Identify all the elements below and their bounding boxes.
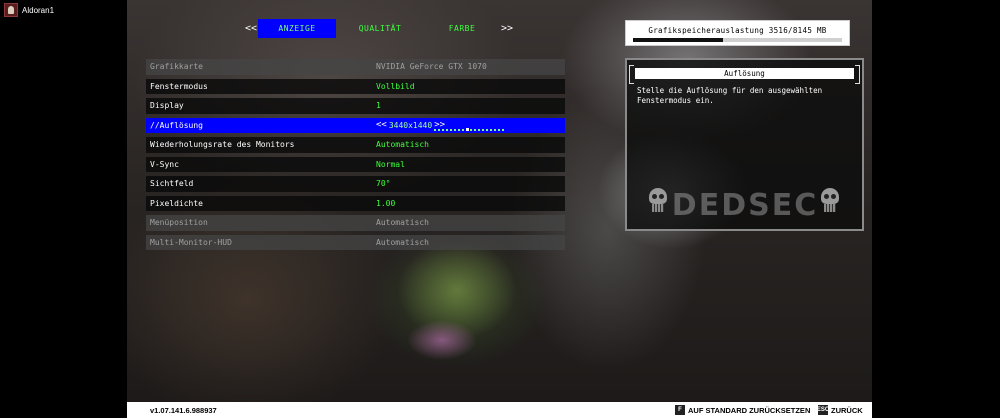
reset-defaults-button[interactable]: F AUF STANDARD ZURÜCKSETZEN bbox=[675, 404, 810, 416]
vram-usage-box: Grafikspeicherauslastung 3516/8145 MB bbox=[625, 20, 850, 46]
setting-name: Wiederholungsrate des Monitors bbox=[150, 140, 295, 150]
setting-name: Display bbox=[150, 101, 184, 111]
setting-value: NVIDIA GeForce GTX 1070 bbox=[376, 62, 487, 72]
setting-row-vsync[interactable]: V-Sync Normal bbox=[146, 156, 565, 172]
setting-row-multi-monitor-hud: Multi-Monitor-HUD Automatisch bbox=[146, 234, 565, 250]
avatar bbox=[4, 3, 18, 17]
setting-row-grafikkarte: Grafikkarte NVIDIA GeForce GTX 1070 bbox=[146, 59, 565, 75]
setting-name: Grafikkarte bbox=[150, 62, 203, 72]
setting-value: 1 bbox=[376, 101, 381, 111]
vram-usage-label: Grafikspeicherauslastung 3516/8145 MB bbox=[648, 26, 827, 35]
reset-defaults-label: AUF STANDARD ZURÜCKSETZEN bbox=[688, 405, 811, 415]
value-slider-marker bbox=[466, 127, 469, 131]
back-label: ZURÜCK bbox=[831, 405, 863, 415]
setting-row-display[interactable]: Display 1 bbox=[146, 98, 565, 114]
setting-row-aufloesung[interactable]: //Auflösung << 3440x1440 >> bbox=[146, 117, 565, 133]
version-label: v1.07.141.6.988937 bbox=[150, 406, 217, 415]
info-panel: Auflösung Stelle die Auflösung für den a… bbox=[625, 58, 864, 231]
setting-name: Sichtfeld bbox=[150, 179, 194, 189]
setting-name: V-Sync bbox=[150, 159, 179, 169]
back-key-icon: ESC bbox=[816, 405, 830, 415]
value-slider-track bbox=[434, 128, 504, 131]
back-button[interactable]: ESC ZURÜCK bbox=[816, 404, 863, 416]
skull-icon bbox=[819, 188, 841, 216]
setting-value: Normal bbox=[376, 159, 405, 169]
dedsec-logo: DEDSEC bbox=[671, 187, 819, 223]
setting-name: //Auflösung bbox=[150, 120, 203, 130]
tab-prev-arrow[interactable]: << bbox=[244, 23, 258, 34]
info-panel-title: Auflösung bbox=[629, 65, 860, 84]
user-name: Aldoran1 bbox=[22, 5, 55, 15]
setting-name: Menüposition bbox=[150, 218, 208, 228]
setting-name: Fenstermodus bbox=[150, 81, 208, 91]
setting-row-sichtfeld[interactable]: Sichtfeld 70° bbox=[146, 176, 565, 192]
value-prev-arrow[interactable]: << bbox=[376, 120, 387, 130]
setting-value: 3440x1440 bbox=[388, 120, 433, 130]
tab-next-arrow[interactable]: >> bbox=[500, 23, 514, 34]
setting-name: Multi-Monitor-HUD bbox=[150, 237, 232, 247]
setting-value: Automatisch bbox=[376, 140, 429, 150]
setting-value: Automatisch bbox=[376, 237, 429, 247]
setting-row-menueposition: Menüposition Automatisch bbox=[146, 215, 565, 231]
tab-anzeige[interactable]: ANZEIGE bbox=[258, 19, 336, 38]
user-badge: Aldoran1 bbox=[4, 2, 54, 18]
setting-value: Vollbild bbox=[376, 81, 415, 91]
skull-icon bbox=[647, 188, 669, 216]
settings-tabs: << ANZEIGE QUALITÄT FARBE >> bbox=[244, 19, 514, 38]
info-panel-description: Stelle die Auflösung für den ausgewählte… bbox=[637, 86, 823, 105]
tab-qualitaet[interactable]: QUALITÄT bbox=[336, 19, 424, 38]
footer-bar: v1.07.141.6.988937 F AUF STANDARD ZURÜCK… bbox=[127, 402, 872, 418]
setting-value: Automatisch bbox=[376, 218, 429, 228]
scene-connector bbox=[407, 320, 477, 360]
setting-value: 70° bbox=[376, 179, 391, 189]
setting-name: Pixeldichte bbox=[150, 198, 203, 208]
vram-usage-fill bbox=[633, 38, 724, 42]
reset-key-icon: F bbox=[675, 405, 685, 415]
setting-row-fenstermodus[interactable]: Fenstermodus Vollbild bbox=[146, 78, 565, 94]
setting-row-wiederholungsrate[interactable]: Wiederholungsrate des Monitors Automatis… bbox=[146, 137, 565, 153]
settings-list: Grafikkarte NVIDIA GeForce GTX 1070 Fens… bbox=[146, 59, 565, 254]
vram-usage-track bbox=[633, 38, 842, 42]
setting-row-pixeldichte[interactable]: Pixeldichte 1.00 bbox=[146, 195, 565, 211]
tab-farbe[interactable]: FARBE bbox=[424, 19, 500, 38]
setting-value: 1.00 bbox=[376, 198, 396, 208]
